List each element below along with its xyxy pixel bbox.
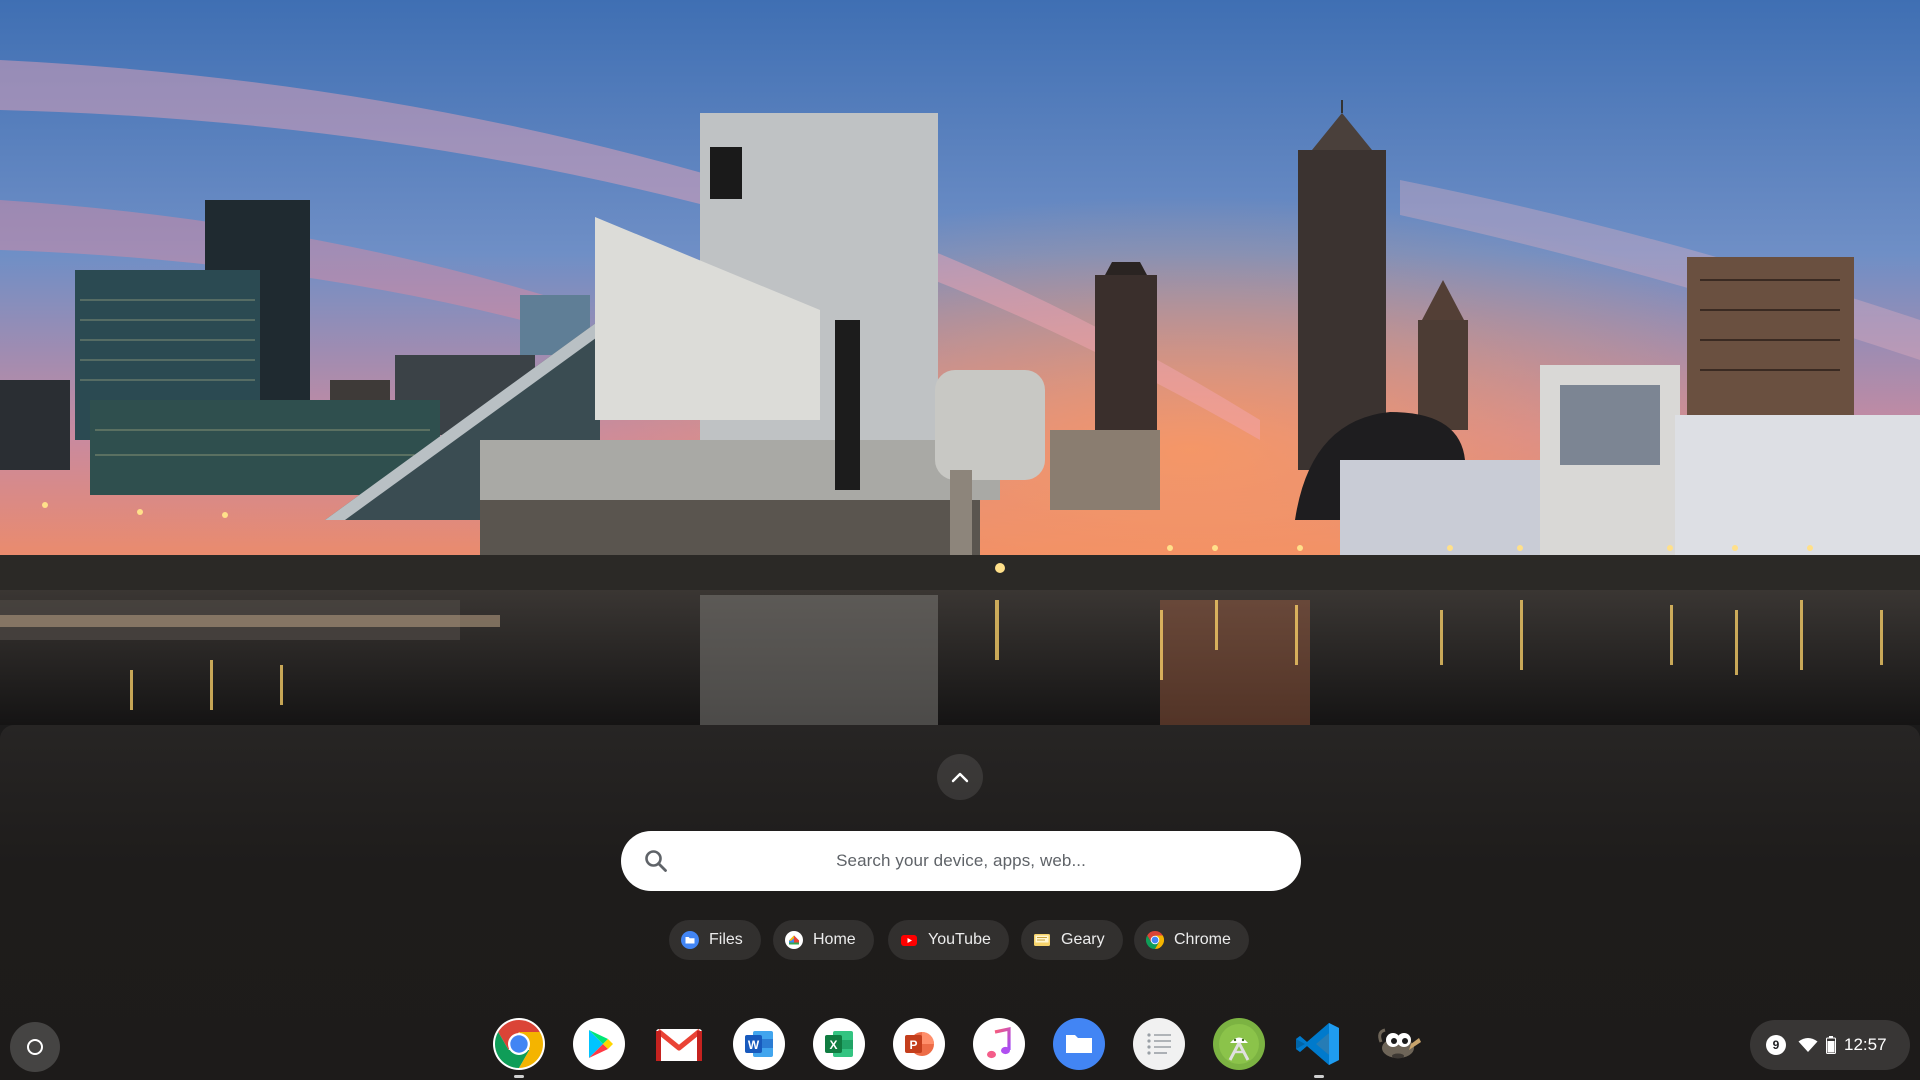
shelf-app-vscode[interactable]: [1293, 1018, 1345, 1078]
chrome-icon: [1146, 931, 1164, 949]
clock: 12:57: [1844, 1035, 1887, 1054]
chip-home[interactable]: Home: [773, 920, 874, 960]
chip-label: Geary: [1061, 931, 1105, 948]
notes-list-icon: [1133, 1018, 1185, 1070]
shelf-app-music[interactable]: [973, 1018, 1025, 1070]
svg-text:X: X: [829, 1038, 837, 1052]
chip-files[interactable]: Files: [669, 920, 761, 960]
launcher-circle-icon: [27, 1039, 43, 1055]
launcher-search-box[interactable]: Search your device, apps, web...: [621, 831, 1301, 891]
shelf-app-excel[interactable]: X: [813, 1018, 865, 1070]
wallpaper: [0, 0, 1920, 725]
chip-chrome[interactable]: Chrome: [1134, 920, 1249, 960]
expand-launcher-button[interactable]: [937, 754, 983, 800]
wifi-icon: [1798, 1038, 1818, 1052]
chrome-icon: [493, 1018, 545, 1070]
battery-icon: [1826, 1036, 1836, 1054]
search-icon: [645, 850, 667, 872]
chip-label: Chrome: [1174, 931, 1231, 948]
shelf-app-notes[interactable]: [1133, 1018, 1185, 1070]
chip-geary[interactable]: Geary: [1021, 920, 1123, 960]
powerpoint-icon: P: [893, 1018, 945, 1070]
geary-icon: [1034, 934, 1050, 946]
shelf-app-gmail[interactable]: [653, 1018, 705, 1070]
shelf-app-powerpoint[interactable]: P: [893, 1018, 945, 1070]
launcher-button[interactable]: [10, 1022, 60, 1072]
shelf-app-gimp[interactable]: [1373, 1018, 1425, 1070]
chip-youtube[interactable]: YouTube: [888, 920, 1009, 960]
running-indicator: [514, 1075, 524, 1078]
shelf-app-android-studio[interactable]: [1213, 1018, 1265, 1070]
svg-text:W: W: [748, 1038, 760, 1052]
chip-label: Home: [813, 931, 856, 948]
excel-icon: X: [813, 1018, 865, 1070]
chip-label: YouTube: [928, 931, 991, 948]
svg-text:P: P: [909, 1038, 917, 1052]
running-indicator: [1314, 1075, 1324, 1078]
youtube-icon: [901, 935, 917, 946]
shelf-app-word[interactable]: W: [733, 1018, 785, 1070]
play-store-icon: [573, 1018, 625, 1070]
android-studio-icon: [1213, 1018, 1265, 1070]
gmail-icon: [656, 1029, 702, 1061]
shelf-app-play-store[interactable]: [573, 1018, 625, 1070]
chip-label: Files: [709, 931, 743, 948]
chevron-up-icon: [951, 772, 969, 783]
vscode-icon: [1296, 1023, 1339, 1065]
shelf-app-files[interactable]: [1053, 1018, 1105, 1070]
google-home-icon: [785, 931, 803, 949]
suggestion-chips: Files Home YouTube Geary Chrome: [0, 920, 1920, 960]
chromeos-desktop: Search your device, apps, web... Files H…: [0, 0, 1920, 1080]
status-area[interactable]: 9 12:57: [1750, 1020, 1910, 1070]
search-placeholder: Search your device, apps, web...: [836, 851, 1086, 870]
shelf-app-chrome[interactable]: [493, 1018, 545, 1078]
gimp-icon: [1378, 1028, 1421, 1059]
music-icon: [973, 1018, 1025, 1070]
word-icon: W: [733, 1018, 785, 1070]
shelf: W X P: [0, 1010, 1920, 1080]
files-icon: [681, 931, 699, 949]
notification-count-badge: 9: [1766, 1035, 1786, 1055]
files-icon: [1053, 1018, 1105, 1070]
